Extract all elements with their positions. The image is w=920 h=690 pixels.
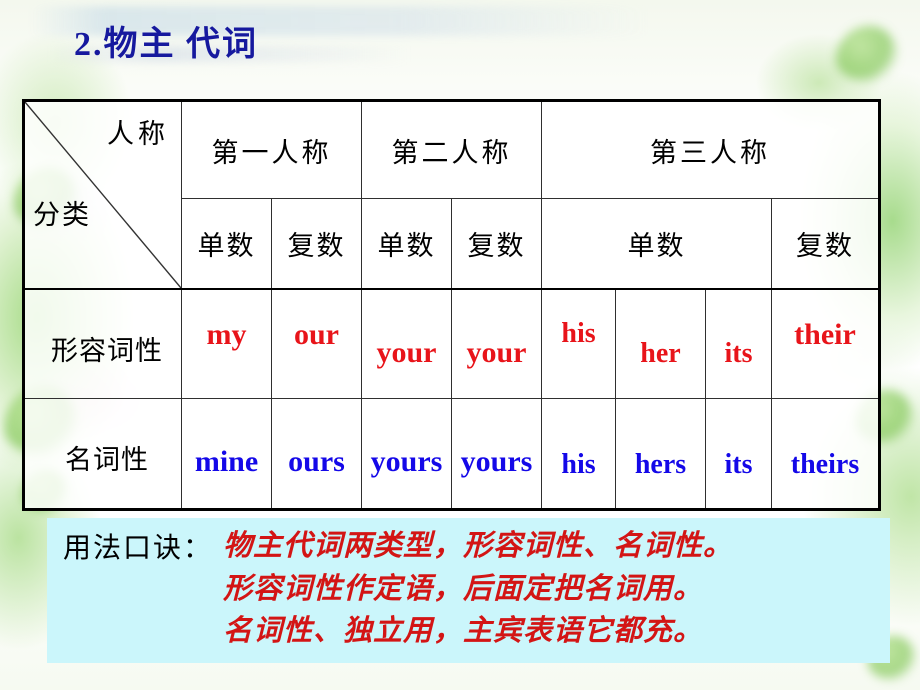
table-row: 形容词性 my our your your his her its their bbox=[22, 288, 881, 399]
cell-text: its bbox=[724, 449, 753, 480]
corner-header-cell: 人称 分类 bbox=[22, 99, 182, 290]
cell-text: your bbox=[466, 335, 527, 369]
header-number-3sg: 单数 bbox=[541, 198, 772, 290]
corner-person-label: 人称 bbox=[107, 119, 169, 150]
cell-noun-theirs: theirs bbox=[771, 398, 881, 511]
mnemonic-panel: 用法口诀： 物主代词两类型，形容词性、名词性。 形容词性作定语，后面定把名词用。… bbox=[47, 518, 890, 663]
cell-text: theirs bbox=[790, 449, 860, 480]
cell-text: your bbox=[376, 335, 437, 369]
possessive-pronoun-table: 人称 分类 第一人称 第二人称 第三人称 单数 复数 单数 复数 单数 复数 形… bbox=[22, 99, 881, 511]
header-second-person: 第二人称 bbox=[361, 99, 542, 199]
cell-noun-its: its bbox=[705, 398, 772, 511]
cell-noun-mine: mine bbox=[181, 398, 272, 511]
cell-text: their bbox=[794, 317, 856, 351]
mnemonic-line: 名词性、独立用，主宾表语它都充。 bbox=[223, 613, 704, 648]
cell-adj-its: its bbox=[705, 288, 772, 399]
mnemonic-line: 物主代词两类型，形容词性、名词性。 bbox=[223, 528, 734, 562]
cell-adj-our: our bbox=[271, 288, 362, 399]
header-number-1pl: 复数 bbox=[271, 198, 362, 290]
cell-adj-my: my bbox=[181, 288, 272, 399]
cell-adj-your-sg: your bbox=[361, 288, 452, 399]
header-number-1sg: 单数 bbox=[181, 198, 272, 290]
cell-noun-yours-sg: yours bbox=[361, 398, 452, 511]
leaf-decoration-icon bbox=[836, 26, 898, 82]
cell-text: ours bbox=[288, 445, 345, 478]
table-row: 名词性 mine ours yours yours his hers its t… bbox=[22, 398, 881, 511]
cell-text: hers bbox=[634, 449, 687, 480]
cell-text: yours bbox=[370, 445, 443, 478]
cell-noun-ours: ours bbox=[271, 398, 362, 511]
slide-canvas: 2.物主 代词 人称 分类 第一人称 第二人称 第三人称 单数 复数 单数 复数… bbox=[0, 0, 920, 690]
cell-adj-their: their bbox=[771, 288, 881, 399]
mnemonic-line: 形容词性作定语，后面定把名词用。 bbox=[223, 570, 704, 605]
cell-noun-his: his bbox=[541, 398, 616, 511]
cell-adj-your-pl: your bbox=[451, 288, 542, 399]
cell-noun-hers: hers bbox=[615, 398, 706, 511]
cell-text: mine bbox=[194, 445, 259, 478]
header-number-2sg: 单数 bbox=[361, 198, 452, 290]
header-first-person: 第一人称 bbox=[181, 99, 362, 199]
slide-title: 2.物主 代词 bbox=[74, 26, 258, 63]
mnemonic-label: 用法口诀： bbox=[63, 531, 214, 564]
header-number-2pl: 复数 bbox=[451, 198, 542, 290]
cell-text: its bbox=[724, 337, 753, 369]
corner-category-label: 分类 bbox=[33, 200, 91, 231]
cell-text: his bbox=[561, 317, 596, 349]
cell-text: his bbox=[561, 449, 596, 480]
row-label-adjective: 形容词性 bbox=[22, 288, 182, 399]
cell-text: yours bbox=[460, 445, 533, 478]
row-label-noun: 名词性 bbox=[22, 398, 182, 511]
cell-text: our bbox=[294, 317, 339, 351]
header-number-3pl: 复数 bbox=[771, 198, 881, 290]
table-header-person-row: 人称 分类 第一人称 第二人称 第三人称 bbox=[22, 99, 881, 290]
cell-adj-her: her bbox=[615, 288, 706, 399]
cell-text: my bbox=[206, 317, 247, 351]
cell-adj-his: his bbox=[541, 288, 616, 399]
mnemonic-lines: 物主代词两类型，形容词性、名词性。 形容词性作定语，后面定把名词用。 名词性、独… bbox=[223, 524, 883, 652]
cell-noun-yours-pl: yours bbox=[451, 398, 542, 511]
cell-text: her bbox=[640, 337, 681, 369]
header-third-person: 第三人称 bbox=[541, 99, 881, 199]
